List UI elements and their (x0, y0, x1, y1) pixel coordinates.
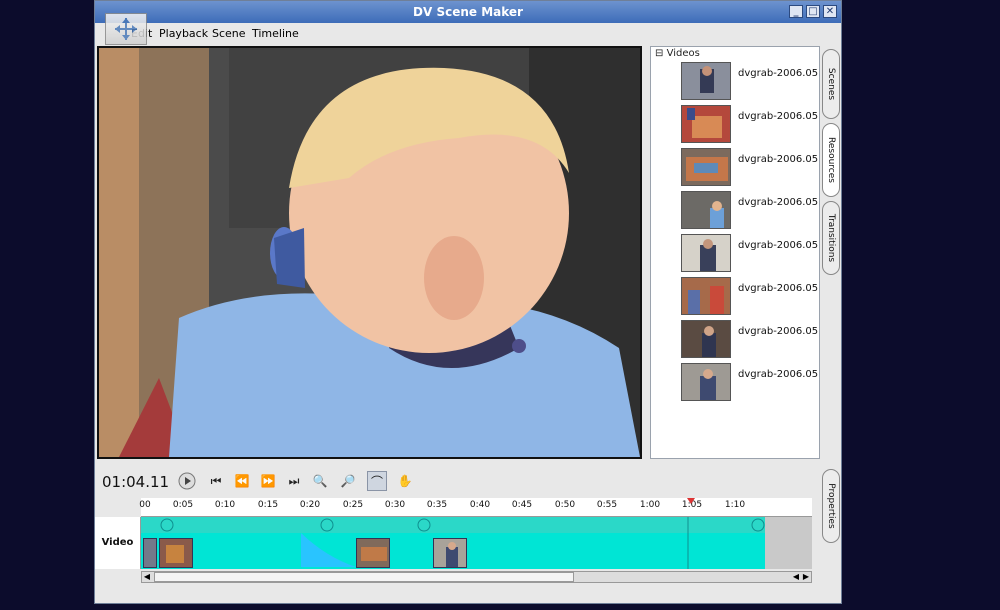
fast-forward-icon[interactable]: ⏩ (258, 471, 278, 491)
tick-label: 0:15 (257, 500, 279, 510)
tick-label: 0:05 (172, 500, 194, 510)
close-icon[interactable]: ✕ (823, 5, 837, 18)
tick-label: 0:20 (299, 500, 321, 510)
app-window: DV Scene Maker _ □ ✕ Edit Playback Scene… (94, 0, 842, 604)
menu-bar: Edit Playback Scene Timeline (95, 23, 841, 45)
tick-label: 1:00 (639, 500, 661, 510)
video-clip[interactable] (143, 538, 157, 568)
scroll-right-icon[interactable]: ▶ (801, 572, 811, 582)
video-clip[interactable] (159, 538, 193, 568)
resource-label: dvgrab-2006.05.2 (738, 197, 820, 208)
menu-playback[interactable]: Playback (159, 27, 208, 40)
video-thumbnail (681, 191, 731, 229)
skip-to-end-icon[interactable]: ⏭ (284, 471, 304, 491)
resource-label: dvgrab-2006.05.2 (738, 111, 820, 122)
title-bar: DV Scene Maker _ □ ✕ (95, 1, 841, 23)
video-thumbnail (681, 62, 731, 100)
timecode: 01:04.11 (102, 473, 170, 491)
video-thumbnail (681, 320, 731, 358)
scroll-left-end-icon[interactable]: ◀ (791, 572, 801, 582)
track-label: Video (95, 517, 141, 569)
tick-label: 1:10 (724, 500, 746, 510)
transport-bar: 01:04.11 ⏮ ⏪ ⏩ ⏭ 🔍 🔎 ⌒ ✋ (95, 467, 822, 495)
menu-scene[interactable]: Scene (212, 27, 246, 40)
app-menu-icon[interactable] (105, 13, 147, 45)
tab-properties[interactable]: Properties (822, 469, 840, 543)
timeline-ruler[interactable]: 00 0:05 0:10 0:15 0:20 0:25 0:30 0:35 0:… (139, 498, 812, 517)
playhead-marker[interactable] (687, 498, 695, 504)
resource-label: dvgrab-2006.05.2 (738, 240, 820, 251)
scroll-left-icon[interactable]: ◀ (142, 572, 152, 582)
resource-label: dvgrab-2006.05.2 (738, 369, 820, 380)
resource-item[interactable]: dvgrab-2006.05.2 (681, 234, 820, 275)
minimize-icon[interactable]: _ (789, 5, 803, 18)
zoom-out-icon[interactable]: 🔎 (338, 471, 358, 491)
rewind-icon[interactable]: ⏪ (232, 471, 252, 491)
video-thumbnail (681, 363, 731, 401)
resource-item[interactable]: dvgrab-2006.05.2 (681, 277, 820, 318)
video-thumbnail (681, 234, 731, 272)
maximize-icon[interactable]: □ (806, 5, 820, 18)
video-clip[interactable] (433, 538, 467, 568)
skip-to-start-icon[interactable]: ⏮ (206, 471, 226, 491)
hand-tool-icon[interactable]: ✋ (395, 471, 415, 491)
tick-label: 0:40 (469, 500, 491, 510)
tick-label: 0:55 (596, 500, 618, 510)
tick-label: 0:10 (214, 500, 236, 510)
tab-transitions[interactable]: Transitions (822, 201, 840, 275)
tab-scenes[interactable]: Scenes (822, 49, 840, 119)
tick-label: 00 (139, 500, 151, 510)
video-thumbnail (681, 105, 731, 143)
select-tool-icon[interactable]: ⌒ (367, 471, 387, 491)
video-preview[interactable] (97, 46, 642, 459)
resource-label: dvgrab-2006.05.2 (738, 283, 820, 294)
videos-tree-node[interactable]: ⊟ Videos (655, 48, 700, 59)
tree-root-label: Videos (666, 48, 700, 59)
window-title: DV Scene Maker (413, 5, 523, 19)
tab-label: Transitions (826, 213, 836, 263)
tick-label: 0:35 (426, 500, 448, 510)
timeline-scrollbar[interactable]: ◀ ◀ ▶ (141, 571, 812, 583)
resource-label: dvgrab-2006.05.2 (738, 326, 820, 337)
tick-label: 0:30 (384, 500, 406, 510)
tick-label: 0:25 (342, 500, 364, 510)
collapse-icon[interactable]: ⊟ (655, 48, 663, 59)
video-track[interactable] (141, 517, 812, 569)
video-thumbnail (681, 277, 731, 315)
resource-item[interactable]: dvgrab-2006.05.2 (681, 320, 820, 361)
resource-label: dvgrab-2006.05.2 (738, 154, 820, 165)
resource-item[interactable]: dvgrab-2006.05.2 (681, 363, 820, 404)
resource-label: dvgrab-2006.05.2 (738, 68, 820, 79)
scroll-thumb[interactable] (154, 572, 574, 582)
tab-label: Properties (826, 483, 836, 529)
play-button[interactable] (177, 471, 197, 491)
tab-label: Resources (826, 137, 836, 183)
video-clip[interactable] (356, 538, 390, 568)
resource-item[interactable]: dvgrab-2006.05.2 (681, 62, 820, 103)
tick-label: 0:50 (554, 500, 576, 510)
resource-item[interactable]: dvgrab-2006.05.2 (681, 105, 820, 146)
video-thumbnail (681, 148, 731, 186)
resource-item[interactable]: dvgrab-2006.05.2 (681, 191, 820, 232)
resource-item[interactable]: dvgrab-2006.05.2 (681, 148, 820, 189)
zoom-in-icon[interactable]: 🔍 (310, 471, 330, 491)
tick-label: 0:45 (511, 500, 533, 510)
resources-panel: ⊟ Videos dvgrab-2006.05.2 dvgrab-2006.05… (650, 46, 820, 459)
tab-resources[interactable]: Resources (822, 123, 840, 197)
menu-timeline[interactable]: Timeline (252, 27, 299, 40)
tab-label: Scenes (826, 67, 836, 101)
